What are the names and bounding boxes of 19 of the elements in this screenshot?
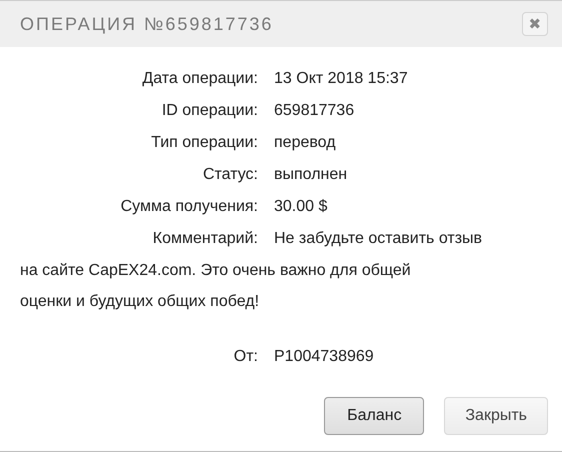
dialog-button[interactable]: Закрыть [444, 397, 548, 435]
comment-line: Не забудьте оставить отзыв [274, 229, 482, 249]
field-label: От: [232, 347, 258, 367]
field-label: ID операции: [160, 101, 258, 121]
field-label: Тип операции: [150, 133, 258, 153]
field-value: выполнен [274, 165, 348, 185]
dialog-title: ОПЕРАЦИЯ №659817736 [20, 14, 274, 34]
field-value: 13 Окт 2018 15:37 [274, 69, 408, 89]
field-label: Сумма получения: [120, 197, 258, 217]
field-label: Комментарий: [152, 229, 258, 249]
field-value: 30.00 $ [274, 197, 328, 217]
comment-line: оценки и будущих общих побед! [20, 293, 260, 310]
field-label: Дата операции: [141, 69, 258, 89]
field-value: 659817736 [274, 101, 354, 121]
field-label: Статус: [202, 165, 258, 185]
comment-line: на сайте CapEX24.com. Это очень важно для общей [20, 262, 411, 279]
field-value: P1004738969 [274, 347, 374, 367]
dialog-button[interactable]: Баланс [324, 397, 424, 435]
field-value: перевод [274, 133, 336, 153]
